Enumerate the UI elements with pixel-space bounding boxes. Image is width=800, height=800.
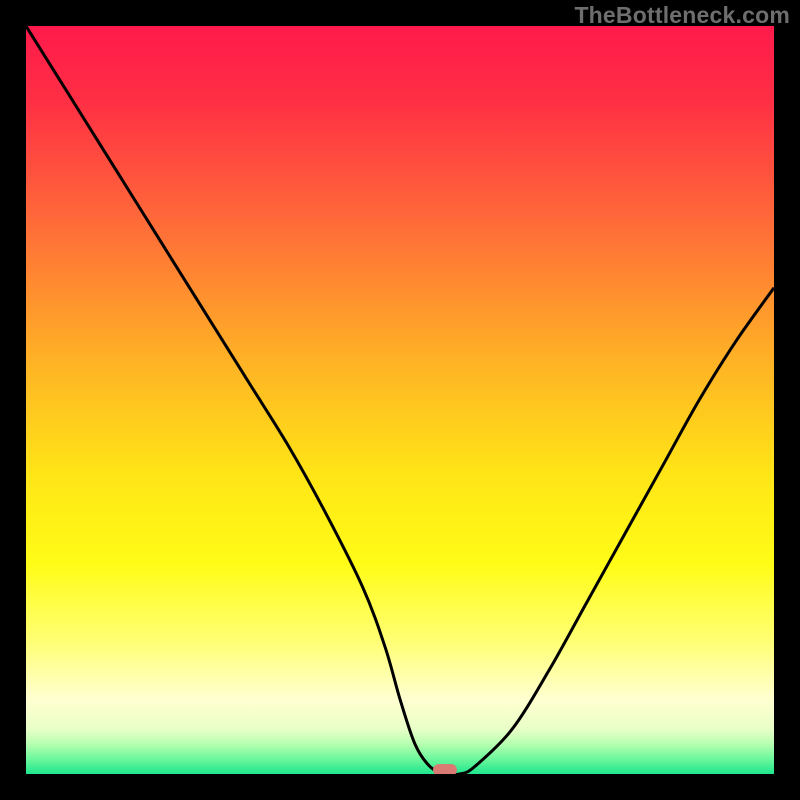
heat-gradient xyxy=(26,26,774,774)
chart-frame: TheBottleneck.com xyxy=(0,0,800,800)
watermark-text: TheBottleneck.com xyxy=(574,2,790,29)
plot-area xyxy=(26,26,774,774)
